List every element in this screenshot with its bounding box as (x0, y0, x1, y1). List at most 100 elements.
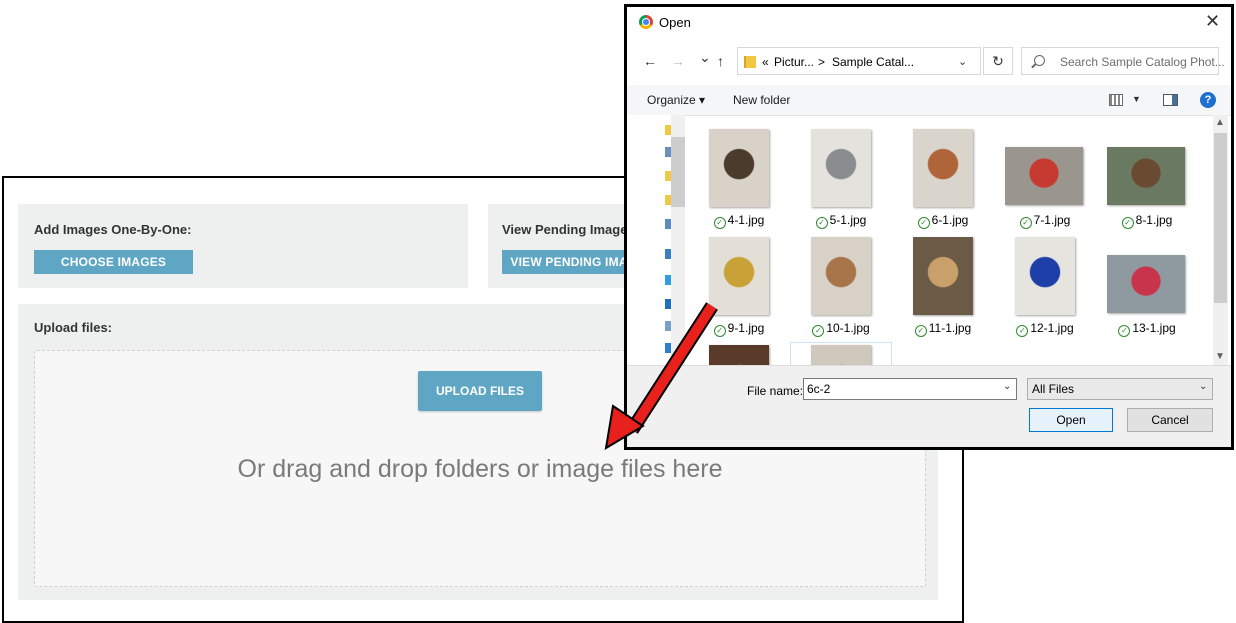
sync-status-check-icon: ✓ (917, 217, 930, 229)
upload-files-label: Upload files: (34, 320, 113, 335)
file-name-label[interactable]: ✓ 10-1.jpg (791, 321, 891, 337)
file-thumbnail[interactable] (709, 345, 769, 365)
sync-status-check-icon: ✓ (1016, 325, 1029, 337)
help-icon[interactable]: ? (1200, 92, 1216, 108)
chevron-down-icon[interactable]: ⌄ (1003, 381, 1011, 392)
content-scrollbar-thumb[interactable] (1214, 133, 1227, 303)
chevron-down-icon[interactable]: ⌄ (1199, 381, 1207, 392)
chevron-down-icon[interactable]: ⌄ (958, 55, 967, 68)
file-item[interactable]: ✓ 6-1.jpg (893, 127, 993, 235)
organize-menu[interactable]: Organize ▾ (647, 93, 705, 107)
file-thumbnail[interactable] (709, 129, 769, 207)
file-thumbnail[interactable] (913, 237, 973, 315)
file-name-label[interactable]: ✓ 4-1.jpg (689, 213, 789, 229)
preview-pane-icon[interactable] (1163, 94, 1178, 106)
file-name-label[interactable]: ✓ 11-1.jpg (893, 321, 993, 337)
sync-status-check-icon: ✓ (815, 217, 828, 229)
file-item[interactable]: ✓ 5-1.jpg (791, 127, 891, 235)
sync-status-check-icon: ✓ (812, 325, 825, 337)
file-name-label: File name: (747, 384, 804, 398)
change-view-icon[interactable] (1109, 94, 1123, 106)
file-item[interactable]: ✓ 11-1.jpg (893, 235, 993, 343)
file-thumbnail[interactable] (811, 237, 871, 315)
cancel-button[interactable]: Cancel (1127, 408, 1213, 432)
pending-images-label: View Pending Images: (502, 222, 640, 237)
file-thumbnail[interactable] (913, 129, 973, 207)
breadcrumb-pictures[interactable]: Pictur... (774, 55, 814, 69)
file-name-text: 11-1.jpg (928, 321, 972, 335)
file-thumbnail[interactable] (709, 237, 769, 315)
new-folder-button[interactable]: New folder (733, 93, 790, 107)
sync-status-check-icon: ✓ (713, 325, 726, 337)
file-thumbnail[interactable] (1107, 255, 1185, 313)
scroll-down-icon[interactable]: ▼ (1215, 351, 1225, 362)
breadcrumb-separator: > (818, 55, 826, 69)
file-item[interactable]: ✓ 12-1.jpg (995, 235, 1095, 343)
content-scrollbar[interactable]: ▲ ▼ (1213, 115, 1228, 365)
file-item[interactable]: ✓ 9-1.jpg (689, 235, 789, 343)
forward-arrow-icon[interactable]: → (671, 53, 685, 69)
file-thumbnail[interactable] (1015, 237, 1075, 315)
file-item[interactable]: ✓ 13-1.jpg (1097, 235, 1197, 343)
file-item[interactable]: ✓ 4-1.jpg (689, 127, 789, 235)
file-name-text: 9-1.jpg (727, 321, 765, 335)
file-name-text: 7-1.jpg (1033, 213, 1071, 227)
file-name-text: 12-1.jpg (1030, 321, 1074, 335)
file-name-label[interactable]: ✓ 13-1.jpg (1097, 321, 1197, 337)
scroll-up-icon[interactable]: ▲ (1215, 117, 1225, 128)
file-name-text: 6-1.jpg (931, 213, 969, 227)
open-button[interactable]: Open (1029, 408, 1113, 432)
sync-status-check-icon: ✓ (713, 217, 726, 229)
file-name-label[interactable]: ✓ 7-1.jpg (995, 213, 1095, 229)
file-name-field[interactable]: 6c-2 (803, 378, 1017, 400)
dialog-footer: File name: 6c-2 ⌄ All Files ⌄ Open Cance… (627, 365, 1231, 447)
file-thumbnail[interactable] (811, 129, 871, 207)
address-bar[interactable]: « Pictur... > Sample Catal... ⌄ (737, 47, 981, 75)
file-item[interactable]: ✓ 10-1.jpg (791, 235, 891, 343)
choose-images-button[interactable]: CHOOSE IMAGES (34, 250, 193, 274)
dialog-title-bar: Open ✕ (627, 7, 1231, 37)
back-arrow-icon[interactable]: ← (643, 53, 657, 69)
view-options-caret-icon[interactable]: ▼ (1132, 94, 1141, 104)
file-name-text: 13-1.jpg (1132, 321, 1176, 335)
breadcrumb-sample-catalog[interactable]: Sample Catal... (832, 55, 914, 69)
sync-status-check-icon: ✓ (1118, 325, 1131, 337)
chrome-icon (639, 15, 653, 29)
sync-status-check-icon: ✓ (914, 325, 927, 337)
file-thumbnail[interactable] (811, 345, 871, 365)
upload-files-button[interactable]: UPLOAD FILES (418, 371, 542, 411)
file-name-text: 4-1.jpg (727, 213, 765, 227)
file-item[interactable]: ✓ 7-1.jpg (995, 127, 1095, 235)
navigation-scrollbar-thumb[interactable] (671, 137, 685, 207)
navigation-bar: ← → ⌄ ↑ « Pictur... > Sample Catal... ⌄ … (627, 45, 1231, 77)
file-name-label[interactable]: ✓ 9-1.jpg (689, 321, 789, 337)
dialog-title: Open (659, 15, 691, 30)
add-images-panel: Add Images One-By-One: CHOOSE IMAGES (18, 204, 468, 288)
command-bar: Organize ▾ New folder ▼ ? (627, 85, 1231, 116)
file-thumbnail[interactable] (1005, 147, 1083, 205)
file-type-select[interactable]: All Files (1027, 378, 1213, 400)
file-thumbnail[interactable] (1107, 147, 1185, 205)
search-placeholder: Search Sample Catalog Phot... (1060, 55, 1225, 69)
breadcrumb-separator: « (762, 55, 769, 69)
file-name-text: 8-1.jpg (1135, 213, 1173, 227)
refresh-icon[interactable]: ↻ (983, 47, 1013, 75)
recent-locations-icon[interactable]: ⌄ (699, 49, 711, 66)
file-item[interactable]: ✓ 8-1.jpg (1097, 127, 1197, 235)
up-arrow-icon[interactable]: ↑ (717, 53, 724, 69)
sync-status-check-icon: ✓ (1121, 217, 1134, 229)
folder-icon (744, 56, 756, 68)
search-input[interactable]: Search Sample Catalog Phot... (1021, 47, 1225, 75)
file-name-text: 5-1.jpg (829, 213, 867, 227)
close-icon[interactable]: ✕ (1205, 11, 1220, 32)
sync-status-check-icon: ✓ (1019, 217, 1032, 229)
file-name-label[interactable]: ✓ 5-1.jpg (791, 213, 891, 229)
search-icon (1034, 55, 1045, 66)
drop-zone-text: Or drag and drop folders or image files … (237, 455, 723, 483)
file-item[interactable] (790, 342, 892, 365)
file-name-label[interactable]: ✓ 8-1.jpg (1097, 213, 1197, 229)
file-name-text: 10-1.jpg (826, 321, 870, 335)
file-name-label[interactable]: ✓ 6-1.jpg (893, 213, 993, 229)
file-name-label[interactable]: ✓ 12-1.jpg (995, 321, 1095, 337)
file-item[interactable] (689, 343, 789, 365)
